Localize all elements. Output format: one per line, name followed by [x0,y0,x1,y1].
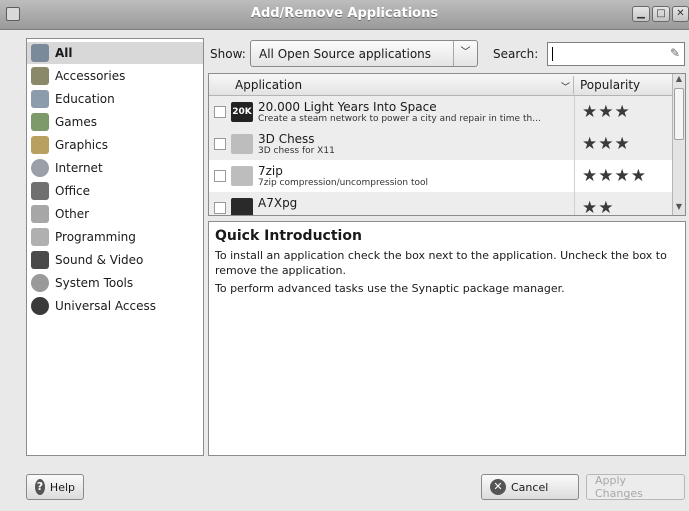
apply-label: Apply Changes [595,474,643,500]
popularity-stars: ★★★★ [582,166,647,186]
cancel-label: Cancel [511,480,549,494]
category-label: Graphics [55,138,108,152]
list-header: Application ﹀ Popularity [209,74,673,96]
programming-icon [31,228,49,246]
search-input[interactable]: ✎ [547,42,685,66]
popularity-stars: ★★★ [582,134,631,154]
category-office[interactable]: Office [27,180,203,202]
category-label: System Tools [55,276,134,290]
column-divider [573,76,574,94]
other-icon [31,205,49,223]
info-paragraph: To install an application check the box … [215,249,667,277]
show-label: Show: [210,47,246,61]
search-label: Search: [493,47,539,61]
accessories-icon [31,67,49,85]
category-label: Accessories [55,69,126,83]
cell-divider [574,160,575,192]
list-item[interactable]: 3D Chess 3D chess for X11 ★★★ [209,128,673,160]
education-icon [31,90,49,108]
scroll-up-icon[interactable]: ▲ [673,74,685,87]
close-button[interactable]: ✕ [672,6,689,22]
app-description: 3D chess for X11 [258,146,335,156]
app-7zip-icon [231,166,253,186]
category-label: Office [55,184,91,198]
list-item[interactable]: 20K 20.000 Light Years Into Space Create… [209,96,673,128]
category-list: All Accessories Education Games Graphics… [26,38,204,456]
sound-video-icon [31,251,49,269]
chevron-down-icon: ﹀ [453,41,477,66]
minimize-button[interactable]: ▁ [632,6,650,22]
category-label: Programming [55,230,136,244]
popularity-stars: ★★★ [582,102,631,122]
category-sound-video[interactable]: Sound & Video [27,249,203,271]
sort-chevron-icon[interactable]: ﹀ [561,80,570,93]
list-item[interactable]: A7Xpg ★★ [209,192,673,216]
accessibility-icon [31,297,49,315]
category-label: Internet [55,161,103,175]
install-checkbox[interactable] [214,138,226,150]
app-name: 20.000 Light Years Into Space [258,100,437,114]
app-description: Create a steam network to power a city a… [258,114,542,124]
cancel-icon: ✕ [490,479,506,495]
category-accessories[interactable]: Accessories [27,65,203,87]
column-application[interactable]: Application [235,78,302,92]
app-name: A7Xpg [258,196,298,210]
show-filter-value: All Open Source applications [259,47,432,61]
scrollbar-thumb[interactable] [674,88,684,140]
window-titlebar[interactable]: Add/Remove Applications ▁ □ ✕ [0,0,689,30]
app-lightyears-icon: 20K [231,102,253,122]
scroll-down-icon[interactable]: ▼ [673,202,685,215]
app-name: 7zip [258,164,283,178]
window-title: Add/Remove Applications [250,6,439,21]
apply-changes-button[interactable]: Apply Changes [586,474,685,500]
category-other[interactable]: Other [27,203,203,225]
internet-icon [31,159,49,177]
app-name: 3D Chess [258,132,315,146]
app-description: 7zip compression/uncompression tool [258,178,428,188]
category-label: Universal Access [55,299,156,313]
install-checkbox[interactable] [214,170,226,182]
description-panel: Quick Introduction To install an applica… [208,221,686,456]
office-icon [31,182,49,200]
maximize-button[interactable]: □ [652,6,670,22]
system-tools-icon [31,274,49,292]
cancel-button[interactable]: ✕ Cancel [481,474,579,500]
category-programming[interactable]: Programming [27,226,203,248]
category-internet[interactable]: Internet [27,157,203,179]
category-universal-access[interactable]: Universal Access [27,295,203,317]
cell-divider [574,128,575,160]
category-system-tools[interactable]: System Tools [27,272,203,294]
category-all[interactable]: All [27,42,203,64]
list-item[interactable]: 7zip 7zip compression/uncompression tool… [209,160,673,192]
category-label: Education [55,92,115,106]
popularity-stars: ★★ [582,198,615,216]
app-chess-icon [231,134,253,154]
clear-search-icon[interactable]: ✎ [670,46,680,60]
graphics-icon [31,136,49,154]
list-scrollbar[interactable]: ▲ ▼ [672,74,685,215]
install-checkbox[interactable] [214,106,226,118]
cell-divider [574,96,575,128]
info-paragraph: To perform advanced tasks use the Synapt… [215,282,565,295]
cell-divider [574,192,575,215]
help-button[interactable]: ? Help [26,474,84,500]
category-label: Sound & Video [55,253,144,267]
app-a7xpg-icon [231,198,253,215]
application-list: Application ﹀ Popularity 20K 20.000 Ligh… [208,73,686,216]
column-popularity[interactable]: Popularity [580,78,640,92]
category-label: Games [55,115,97,129]
category-label: Other [55,207,90,221]
refresh-icon [31,44,49,62]
help-icon: ? [35,479,45,495]
text-cursor [552,47,553,61]
category-games[interactable]: Games [27,111,203,133]
games-icon [31,113,49,131]
install-checkbox[interactable] [214,202,226,214]
help-label: Help [49,480,75,494]
category-graphics[interactable]: Graphics [27,134,203,156]
category-label: All [55,46,73,60]
show-filter-select[interactable]: All Open Source applications ﹀ [250,40,478,67]
category-education[interactable]: Education [27,88,203,110]
info-title: Quick Introduction [215,228,362,244]
